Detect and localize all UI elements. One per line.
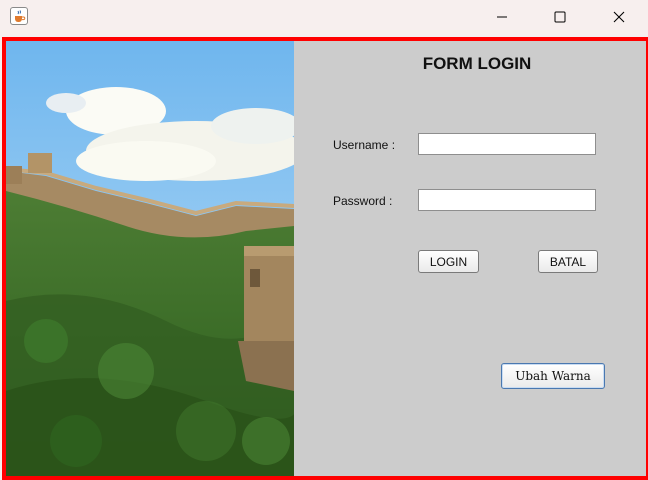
change-color-button[interactable]: Ubah Warna bbox=[501, 363, 605, 389]
minimize-icon bbox=[497, 16, 507, 18]
password-field[interactable] bbox=[418, 189, 596, 211]
title-bar bbox=[0, 0, 648, 34]
java-cup-icon[interactable] bbox=[10, 7, 28, 25]
close-button[interactable] bbox=[596, 0, 642, 34]
minimize-button[interactable] bbox=[479, 0, 525, 34]
maximize-button[interactable] bbox=[537, 0, 583, 34]
great-wall-image bbox=[6, 41, 294, 476]
login-button[interactable]: LOGIN bbox=[418, 250, 479, 273]
maximize-icon bbox=[554, 11, 566, 23]
login-frame: FORM LOGIN Username : Password : LOGIN B… bbox=[2, 37, 648, 480]
cancel-button[interactable]: BATAL bbox=[538, 250, 598, 273]
username-label: Username : bbox=[333, 138, 396, 152]
close-icon bbox=[613, 11, 625, 23]
username-field[interactable] bbox=[418, 133, 596, 155]
form-title: FORM LOGIN bbox=[422, 54, 532, 73]
password-label: Password : bbox=[333, 194, 393, 208]
